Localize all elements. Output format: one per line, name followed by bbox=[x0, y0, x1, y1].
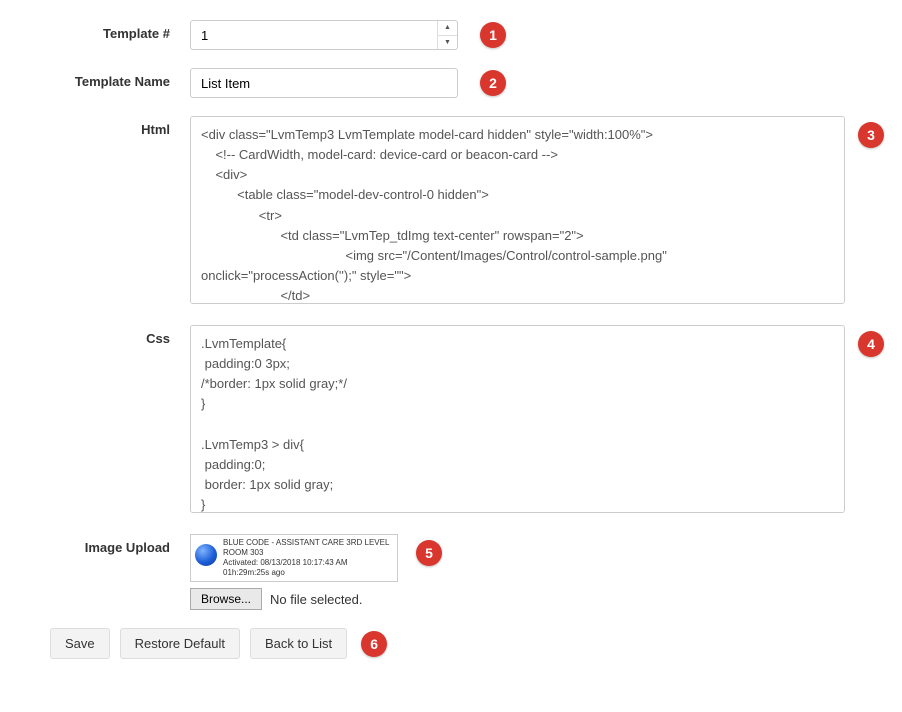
row-html: Html 3 bbox=[30, 116, 872, 307]
action-row: Save Restore Default Back to List 6 bbox=[30, 628, 872, 659]
template-number-stepper[interactable]: ▲ ▼ bbox=[190, 20, 458, 50]
annotation-badge-5: 5 bbox=[416, 540, 442, 566]
blue-dot-icon bbox=[195, 544, 217, 566]
file-status: No file selected. bbox=[270, 592, 363, 607]
label-html: Html bbox=[30, 116, 190, 137]
template-number-input[interactable] bbox=[191, 28, 437, 43]
back-to-list-button[interactable]: Back to List bbox=[250, 628, 347, 659]
row-template-number: Template # ▲ ▼ 1 bbox=[30, 20, 872, 50]
label-template-name: Template Name bbox=[30, 68, 190, 89]
preview-line3: Activated: 08/13/2018 10:17:43 AM bbox=[223, 558, 389, 568]
upload-preview: BLUE CODE - ASSISTANT CARE 3RD LEVEL ROO… bbox=[190, 534, 398, 582]
label-css: Css bbox=[30, 325, 190, 346]
row-template-name: Template Name 2 bbox=[30, 68, 872, 98]
stepper-down-icon[interactable]: ▼ bbox=[438, 36, 457, 50]
preview-text: BLUE CODE - ASSISTANT CARE 3RD LEVEL ROO… bbox=[223, 538, 389, 578]
annotation-badge-3: 3 bbox=[858, 122, 884, 148]
annotation-badge-6: 6 bbox=[361, 631, 387, 657]
annotation-badge-4: 4 bbox=[858, 331, 884, 357]
css-textarea[interactable] bbox=[190, 325, 845, 513]
annotation-badge-2: 2 bbox=[480, 70, 506, 96]
html-textarea[interactable] bbox=[190, 116, 845, 304]
preview-line1: BLUE CODE - ASSISTANT CARE 3RD LEVEL bbox=[223, 538, 389, 548]
restore-default-button[interactable]: Restore Default bbox=[120, 628, 240, 659]
row-image-upload: Image Upload BLUE CODE - ASSISTANT CARE … bbox=[30, 534, 872, 610]
save-button[interactable]: Save bbox=[50, 628, 110, 659]
preview-line4: 01h:29m:25s ago bbox=[223, 568, 389, 578]
label-template-number: Template # bbox=[30, 20, 190, 41]
row-css: Css 4 bbox=[30, 325, 872, 516]
browse-button[interactable]: Browse... bbox=[190, 588, 262, 610]
template-name-input[interactable] bbox=[190, 68, 458, 98]
annotation-badge-1: 1 bbox=[480, 22, 506, 48]
label-image-upload: Image Upload bbox=[30, 534, 190, 555]
stepper-up-icon[interactable]: ▲ bbox=[438, 21, 457, 36]
preview-line2: ROOM 303 bbox=[223, 548, 389, 558]
